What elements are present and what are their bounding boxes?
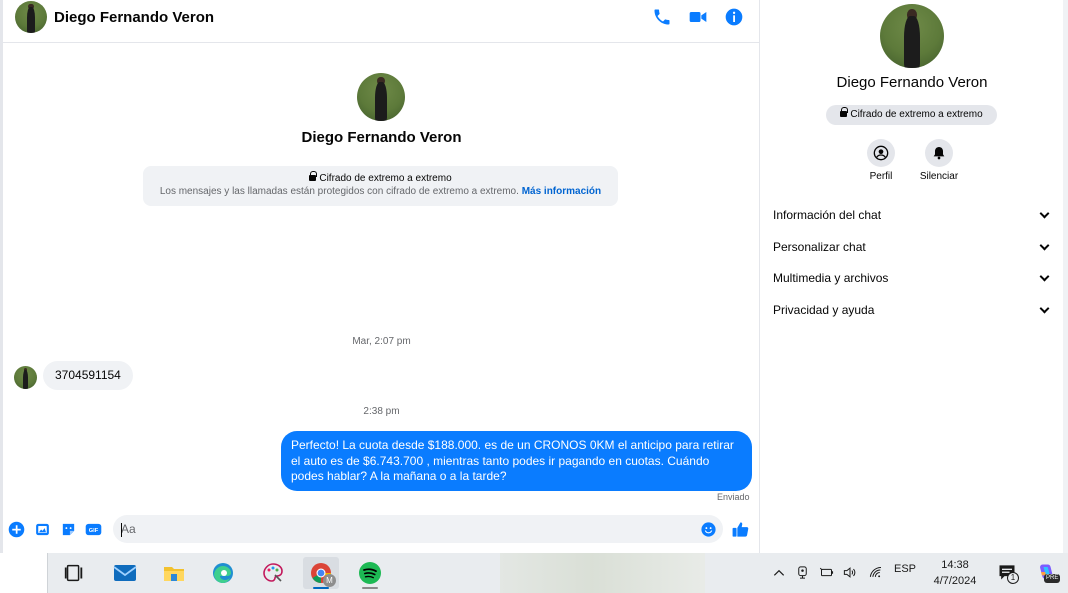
paint-button[interactable]: [255, 557, 291, 589]
scrollbar[interactable]: [1063, 0, 1068, 553]
outgoing-message[interactable]: Perfecto! La cuota desde $188.000. es de…: [281, 431, 752, 491]
chevron-down-icon: [1039, 208, 1050, 218]
active-indicator: [313, 587, 329, 589]
photo-icon[interactable]: [34, 521, 51, 538]
chat-pane: Diego Fernando Veron Diego Fernando Vero…: [3, 0, 760, 553]
clock-date: 4/7/2024: [933, 575, 977, 587]
mail-button[interactable]: [107, 557, 143, 589]
message-input[interactable]: [113, 515, 723, 543]
sticker-icon[interactable]: [60, 521, 77, 538]
phone-icon[interactable]: [652, 7, 672, 27]
language-indicator[interactable]: ESP: [894, 563, 916, 575]
spotify-button[interactable]: [352, 557, 388, 589]
mute-label: Silenciar: [919, 171, 959, 182]
chrome-button[interactable]: M: [303, 557, 339, 589]
edge-button[interactable]: [205, 557, 241, 589]
more-info-link[interactable]: Más información: [522, 186, 601, 197]
chevron-up-icon[interactable]: [772, 566, 786, 580]
profile-icon: [873, 145, 889, 161]
edge-icon: [213, 563, 233, 583]
contact-name[interactable]: Diego Fernando Veron: [54, 9, 214, 26]
emoji-icon[interactable]: [700, 521, 717, 538]
taskbar: M ESP 14:38 4/7/2024 1 PRE: [0, 553, 1068, 593]
profile-label: Perfil: [869, 171, 893, 182]
clock-time: 14:38: [941, 559, 969, 571]
message-status: Enviado: [717, 492, 750, 502]
messenger-window: Diego Fernando Veron Diego Fernando Vero…: [0, 0, 1068, 553]
section-label: Privacidad y ayuda: [773, 303, 875, 317]
file-explorer-button[interactable]: [156, 557, 192, 589]
video-camera-icon[interactable]: [688, 7, 708, 27]
gif-icon[interactable]: GIF: [85, 521, 102, 538]
e2e-description: Los mensajes y las llamadas están proteg…: [159, 186, 519, 197]
e2e-title: Cifrado de extremo a extremo: [319, 173, 452, 184]
intro-name: Diego Fernando Veron: [301, 129, 462, 146]
chrome-profile-badge: M: [323, 574, 336, 587]
section-label: Multimedia y archivos: [773, 271, 889, 285]
lock-icon: [840, 107, 849, 117]
notification-count: 1: [1007, 572, 1019, 584]
section-privacy-help[interactable]: Privacidad y ayuda: [773, 298, 1054, 322]
info-icon[interactable]: [724, 7, 744, 27]
section-chat-info[interactable]: Información del chat: [773, 203, 1054, 227]
contact-avatar[interactable]: [15, 1, 47, 33]
composer: GIF: [3, 512, 760, 548]
taskbar-search[interactable]: [0, 553, 48, 593]
e2e-notice: Cifrado de extremo a extremo Los mensaje…: [143, 166, 618, 206]
running-indicator: [362, 587, 378, 589]
e2e-badge: Cifrado de extremo a extremo: [826, 105, 997, 125]
task-view-button[interactable]: [56, 557, 92, 589]
section-media-files[interactable]: Multimedia y archivos: [773, 266, 1054, 290]
chevron-down-icon: [1039, 240, 1050, 250]
copilot-button[interactable]: PRE: [1036, 562, 1061, 584]
message-avatar: [14, 366, 37, 389]
text-caret: [121, 523, 122, 537]
plus-icon[interactable]: [8, 521, 25, 538]
notifications-button[interactable]: 1: [997, 562, 1019, 584]
message-timestamp: Mar, 2:07 pm: [352, 336, 411, 347]
chevron-down-icon: [1039, 303, 1050, 313]
desktop-wallpaper-peek: [500, 553, 705, 593]
speaker-icon[interactable]: [842, 565, 858, 580]
chevron-down-icon: [1039, 271, 1050, 281]
file-explorer-icon: [164, 567, 184, 581]
mail-icon: [113, 565, 137, 581]
gif-label: GIF: [89, 528, 99, 534]
thumbs-up-icon[interactable]: [731, 520, 750, 539]
section-label: Personalizar chat: [773, 240, 866, 254]
section-customize-chat[interactable]: Personalizar chat: [773, 235, 1054, 259]
battery-icon[interactable]: [818, 565, 835, 580]
webcam-icon[interactable]: [795, 565, 810, 580]
incoming-message[interactable]: 3704591154: [43, 361, 133, 390]
e2e-badge-label: Cifrado de extremo a extremo: [850, 109, 983, 120]
sidebar-avatar[interactable]: [880, 4, 944, 68]
sidebar-name: Diego Fernando Veron: [836, 74, 988, 91]
mute-button[interactable]: Silenciar: [909, 139, 969, 182]
task-view-icon: [64, 564, 83, 582]
paint-icon: [263, 563, 283, 582]
bell-icon: [933, 147, 945, 160]
message-timestamp: 2:38 pm: [363, 406, 400, 417]
copilot-badge: PRE: [1044, 574, 1061, 583]
section-label: Información del chat: [773, 208, 882, 222]
clock[interactable]: 14:38 4/7/2024: [925, 557, 985, 589]
intro-avatar: [357, 73, 405, 121]
chat-info-sidebar: Diego Fernando Veron Cifrado de extremo …: [761, 0, 1063, 553]
chat-header: Diego Fernando Veron: [3, 0, 759, 43]
spotify-icon: [359, 562, 381, 584]
wifi-icon[interactable]: [868, 565, 884, 580]
profile-button[interactable]: Perfil: [851, 139, 911, 182]
lock-icon: [309, 171, 318, 181]
